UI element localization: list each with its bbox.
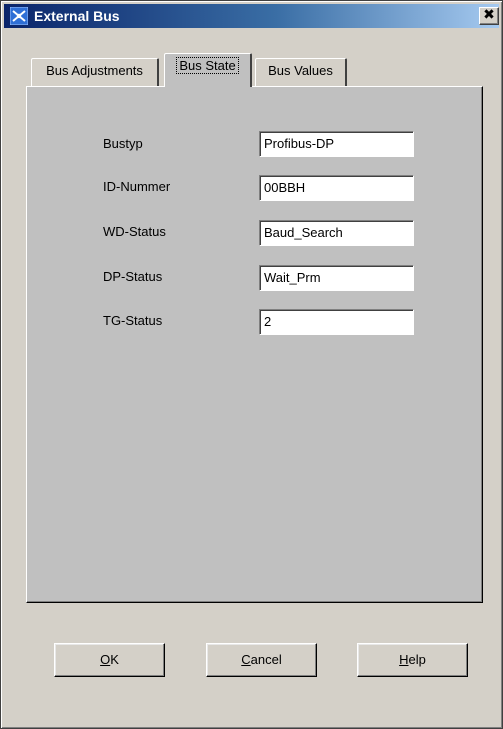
ok-mnemonic: O bbox=[100, 652, 111, 667]
tab-label: Bus State bbox=[176, 57, 239, 74]
cancel-button[interactable]: Cancel bbox=[206, 643, 317, 677]
help-mnemonic: H bbox=[399, 652, 409, 667]
tab-bus-state[interactable]: Bus State bbox=[164, 53, 252, 87]
tab-label: Bus Values bbox=[268, 63, 333, 78]
tab-bus-adjustments[interactable]: Bus Adjustments bbox=[31, 58, 159, 86]
wd-status-field[interactable]: Baud_Search bbox=[259, 220, 414, 246]
window-title: External Bus bbox=[34, 8, 120, 24]
id-nummer-label: ID-Nummer bbox=[103, 179, 171, 194]
bus-state-panel: Bustyp Profibus-DP ID-Nummer 00BBH WD-St… bbox=[26, 86, 483, 603]
cancel-label-rest: ancel bbox=[250, 652, 282, 667]
dp-status-field[interactable]: Wait_Prm bbox=[259, 265, 414, 291]
bustyp-label: Bustyp bbox=[103, 136, 143, 151]
close-button[interactable]: ✖ bbox=[479, 7, 499, 25]
ok-button[interactable]: OK bbox=[54, 643, 165, 677]
tab-bus-values[interactable]: Bus Values bbox=[255, 58, 347, 86]
tab-label: Bus Adjustments bbox=[46, 63, 143, 78]
bustyp-field[interactable]: Profibus-DP bbox=[259, 131, 414, 157]
title-bar[interactable]: External Bus ✖ bbox=[4, 4, 499, 28]
dp-status-label: DP-Status bbox=[103, 269, 163, 284]
app-icon bbox=[10, 7, 28, 25]
help-button[interactable]: Help bbox=[357, 643, 468, 677]
ok-label-rest: K bbox=[110, 652, 119, 667]
close-icon: ✖ bbox=[483, 7, 495, 23]
id-nummer-field[interactable]: 00BBH bbox=[259, 175, 414, 201]
tg-status-label: TG-Status bbox=[103, 313, 163, 328]
wd-status-label: WD-Status bbox=[103, 224, 166, 239]
external-bus-dialog: External Bus ✖ Bus Adjustments Bus State… bbox=[0, 0, 503, 729]
help-label-rest: elp bbox=[408, 652, 426, 667]
cancel-mnemonic: C bbox=[241, 652, 251, 667]
tg-status-field[interactable]: 2 bbox=[259, 309, 414, 335]
